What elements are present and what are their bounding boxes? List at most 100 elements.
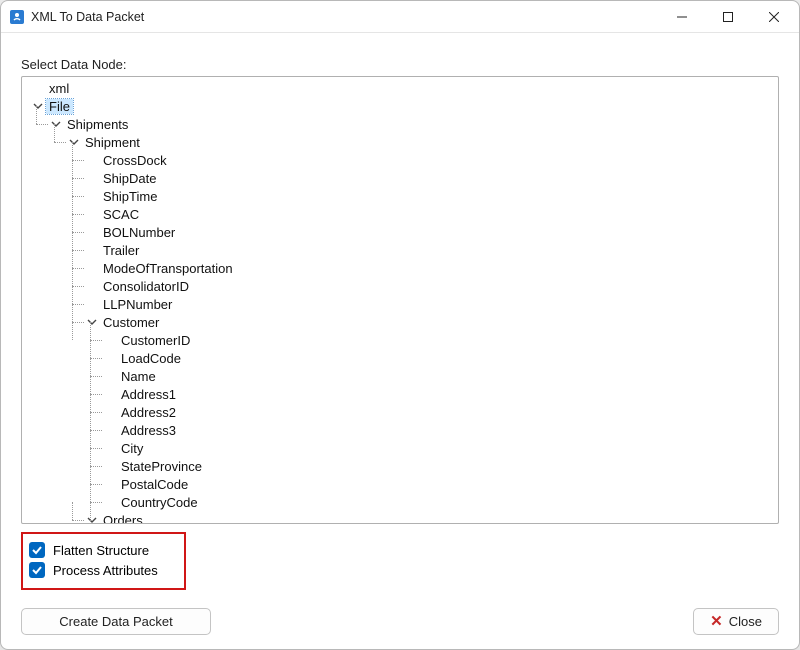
tree-node-label[interactable]: Address3 xyxy=(118,423,179,438)
tree-node: LoadCode xyxy=(26,349,778,367)
tree-node: xml xyxy=(26,79,778,97)
tree-node: CustomerID xyxy=(26,331,778,349)
tree-node-label[interactable]: ModeOfTransportation xyxy=(100,261,236,276)
tree-node-label[interactable]: Shipments xyxy=(64,117,131,132)
tree-node-label[interactable]: ConsolidatorID xyxy=(100,279,192,294)
tree-node-label[interactable]: Address1 xyxy=(118,387,179,402)
tree-row[interactable]: BOLNumber xyxy=(26,223,778,241)
options-group-highlighted: Flatten Structure Process Attributes xyxy=(21,532,186,590)
tree-node-label[interactable]: BOLNumber xyxy=(100,225,178,240)
tree-row[interactable]: Address1 xyxy=(26,385,778,403)
tree-node: CountryCode xyxy=(26,493,778,511)
create-data-packet-label: Create Data Packet xyxy=(59,614,172,629)
minimize-button[interactable] xyxy=(659,2,705,32)
tree-node-label[interactable]: Name xyxy=(118,369,159,384)
tree-row[interactable]: ShipTime xyxy=(26,187,778,205)
chevron-down-icon[interactable] xyxy=(86,316,98,328)
tree-node: Name xyxy=(26,367,778,385)
tree-node: City xyxy=(26,439,778,457)
tree-row[interactable]: ShipDate xyxy=(26,169,778,187)
close-button[interactable]: ✕ Close xyxy=(693,608,779,635)
maximize-button[interactable] xyxy=(705,2,751,32)
tree-node: Address2 xyxy=(26,403,778,421)
create-data-packet-button[interactable]: Create Data Packet xyxy=(21,608,211,635)
chevron-down-icon[interactable] xyxy=(32,100,44,112)
tree-row[interactable]: PostalCode xyxy=(26,475,778,493)
app-window: XML To Data Packet Select Data Node: xml… xyxy=(0,0,800,650)
tree-node-label[interactable]: SCAC xyxy=(100,207,142,222)
tree-row[interactable]: Address3 xyxy=(26,421,778,439)
process-attributes-checkbox[interactable] xyxy=(29,562,45,578)
tree-row[interactable]: Address2 xyxy=(26,403,778,421)
window-title: XML To Data Packet xyxy=(31,10,659,24)
titlebar: XML To Data Packet xyxy=(1,1,799,33)
chevron-down-icon[interactable] xyxy=(86,514,98,523)
tree-row[interactable]: SCAC xyxy=(26,205,778,223)
tree-node: CrossDock xyxy=(26,151,778,169)
tree-row[interactable]: CustomerID xyxy=(26,331,778,349)
tree-node: Shipment CrossDock ShipDate ShipTime SCAC BOL… xyxy=(26,133,778,523)
tree-node: PostalCode xyxy=(26,475,778,493)
tree-node-label[interactable]: CustomerID xyxy=(118,333,193,348)
tree-row[interactable]: ConsolidatorID xyxy=(26,277,778,295)
tree-row[interactable]: Shipments xyxy=(26,115,778,133)
window-controls xyxy=(659,2,797,32)
close-window-button[interactable] xyxy=(751,2,797,32)
tree-node-label[interactable]: StateProvince xyxy=(118,459,205,474)
tree-node-label[interactable]: Address2 xyxy=(118,405,179,420)
tree-row[interactable]: ModeOfTransportation xyxy=(26,259,778,277)
tree-node-label[interactable]: xml xyxy=(46,81,72,96)
tree-node-label[interactable]: Orders xyxy=(100,513,146,524)
tree-row[interactable]: LoadCode xyxy=(26,349,778,367)
tree-row[interactable]: Name xyxy=(26,367,778,385)
tree-node: Address1 xyxy=(26,385,778,403)
tree-scroll[interactable]: xml File Shipments Shipment CrossDock ShipDat… xyxy=(22,77,778,523)
close-icon: ✕ xyxy=(710,614,723,629)
tree-node-label[interactable]: PostalCode xyxy=(118,477,191,492)
tree-row[interactable]: LLPNumber xyxy=(26,295,778,313)
tree-row[interactable]: City xyxy=(26,439,778,457)
tree-node: SCAC xyxy=(26,205,778,223)
tree-node-label[interactable]: Customer xyxy=(100,315,162,330)
tree-node-label[interactable]: ShipTime xyxy=(100,189,160,204)
tree-node: FileShipmentsShipmentCrossDockShipDateSh… xyxy=(26,97,778,523)
select-node-label: Select Data Node: xyxy=(21,57,779,72)
tree-node: Trailer xyxy=(26,241,778,259)
flatten-structure-label: Flatten Structure xyxy=(53,543,149,558)
tree-row[interactable]: Trailer xyxy=(26,241,778,259)
process-attributes-row[interactable]: Process Attributes xyxy=(29,562,178,578)
tree-node: ShipTime xyxy=(26,187,778,205)
tree-row[interactable]: xml xyxy=(26,79,778,97)
flatten-structure-checkbox[interactable] xyxy=(29,542,45,558)
tree-node-label[interactable]: Shipment xyxy=(82,135,143,150)
tree-row[interactable]: Customer xyxy=(26,313,778,331)
tree-row[interactable]: StateProvince xyxy=(26,457,778,475)
tree-node-label[interactable]: City xyxy=(118,441,146,456)
tree-node: Shipments Shipment CrossDock ShipDate ShipTi… xyxy=(26,115,778,523)
tree-node: LLPNumber xyxy=(26,295,778,313)
tree-node-label[interactable]: File xyxy=(46,99,73,114)
tree-row[interactable]: Shipment xyxy=(26,133,778,151)
client-area: Select Data Node: xmlFileShipmentsShipme… xyxy=(1,33,799,649)
tree-container: xml File Shipments Shipment CrossDock ShipDat… xyxy=(21,76,779,524)
process-attributes-label: Process Attributes xyxy=(53,563,158,578)
tree-node-label[interactable]: LLPNumber xyxy=(100,297,175,312)
flatten-structure-row[interactable]: Flatten Structure xyxy=(29,542,178,558)
tree-node-label[interactable]: CrossDock xyxy=(100,153,170,168)
tree-node: ShipDate xyxy=(26,169,778,187)
chevron-down-icon[interactable] xyxy=(50,118,62,130)
tree-row[interactable]: CountryCode xyxy=(26,493,778,511)
tree-root: xml File Shipments Shipment CrossDock ShipDat… xyxy=(26,79,778,523)
tree-node: OrdersOrder xyxy=(26,511,778,523)
tree-node: BOLNumber xyxy=(26,223,778,241)
tree-row[interactable]: Orders xyxy=(26,511,778,523)
close-button-label: Close xyxy=(729,614,762,629)
chevron-down-icon[interactable] xyxy=(68,136,80,148)
tree-row[interactable]: CrossDock xyxy=(26,151,778,169)
tree-node-label[interactable]: CountryCode xyxy=(118,495,201,510)
tree-node-label[interactable]: LoadCode xyxy=(118,351,184,366)
tree-node-label[interactable]: ShipDate xyxy=(100,171,159,186)
tree-node-label[interactable]: Trailer xyxy=(100,243,142,258)
tree-node: ModeOfTransportation xyxy=(26,259,778,277)
tree-row[interactable]: File xyxy=(26,97,778,115)
